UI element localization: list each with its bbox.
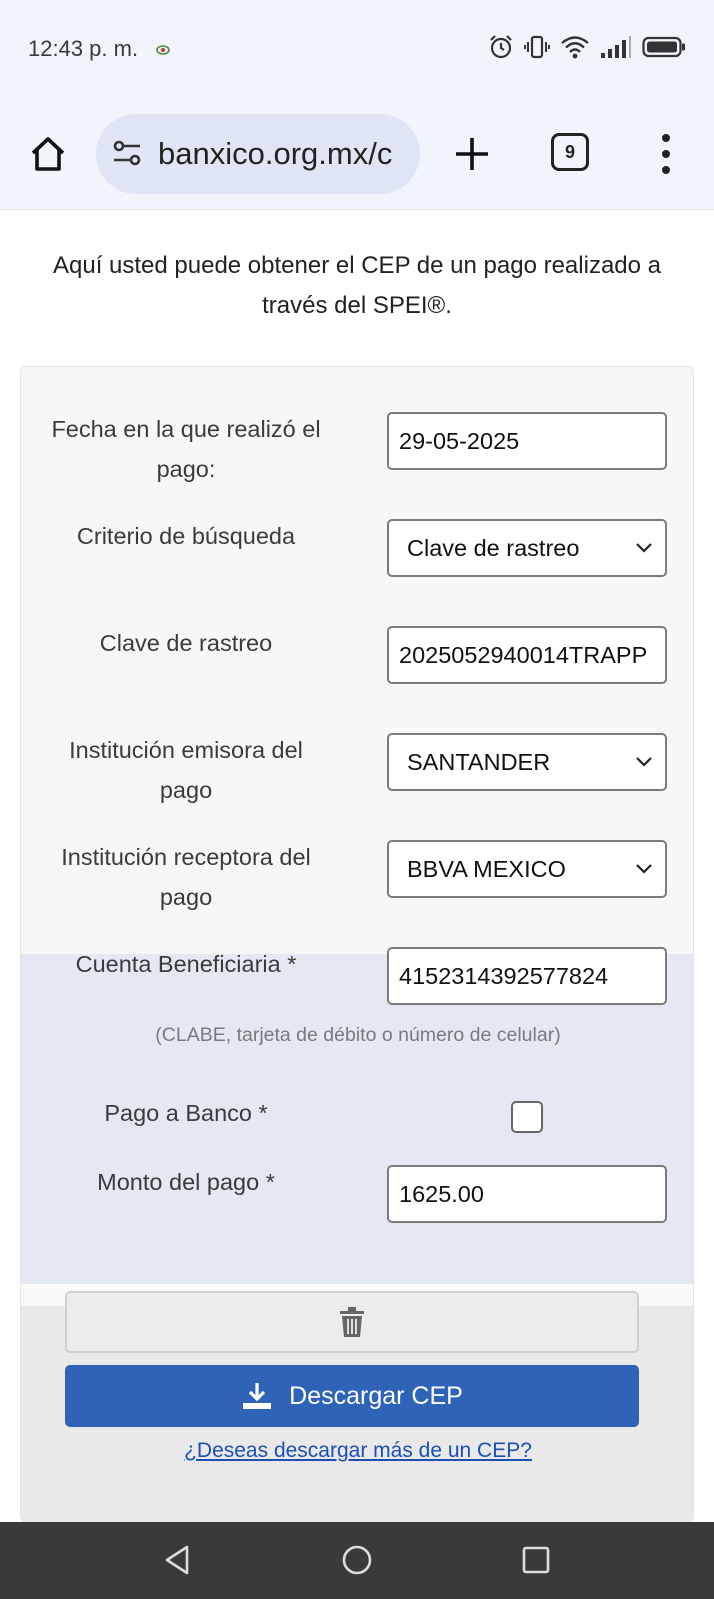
- back-icon: [165, 1545, 189, 1575]
- address-bar[interactable]: banxico.org.mx/c: [96, 114, 420, 194]
- fecha-input[interactable]: 29-05-2025: [387, 412, 667, 470]
- wifi-icon: [561, 36, 589, 59]
- cuenta-beneficiaria-input[interactable]: 4152314392577824: [387, 947, 667, 1005]
- receptora-select[interactable]: BBVA MEXICO: [387, 840, 667, 898]
- intro-line-2: través del SPEI®.: [262, 292, 452, 319]
- monto-label: Monto del pago *: [97, 1169, 275, 1195]
- status-time: 12:43 p. m.: [28, 36, 139, 61]
- clave-label: Clave de rastreo: [99, 630, 273, 656]
- new-tab-button[interactable]: [448, 130, 496, 178]
- intro-line-1: Aquí usted puede obtener el CEP de un pa…: [52, 252, 661, 279]
- intro-text: Aquí usted puede obtener el CEP de un pa…: [20, 246, 694, 326]
- emisora-label-line-2: pago: [159, 777, 213, 803]
- browser-toolbar: banxico.org.mx/c 9: [0, 100, 714, 210]
- receptora-selected: BBVA MEXICO: [407, 855, 566, 882]
- download-cep-button[interactable]: Descargar CEP: [65, 1365, 639, 1427]
- home-nav-button[interactable]: [337, 1540, 377, 1580]
- criterio-selected: Clave de rastreo: [407, 534, 580, 561]
- pago-banco-label: Pago a Banco *: [104, 1100, 268, 1126]
- url-text[interactable]: banxico.org.mx/c: [158, 136, 392, 172]
- fecha-label-line-2: pago:: [156, 456, 216, 482]
- chevron-down-icon: [636, 864, 652, 874]
- cep-form: Fecha en la que realizó el pago: 29-05-2…: [20, 366, 694, 1522]
- emisora-selected: SANTANDER: [407, 748, 551, 775]
- criterio-label: Criterio de búsqueda: [76, 523, 296, 549]
- vibrate-icon: [524, 35, 550, 59]
- home-button[interactable]: [24, 130, 72, 178]
- fecha-label-line-1: Fecha en la que realizó el: [51, 416, 321, 442]
- recents-button[interactable]: [516, 1540, 556, 1580]
- circle-home-icon: [342, 1545, 372, 1575]
- receptora-label-line-1: Institución receptora del: [61, 844, 311, 870]
- status-icons: [488, 34, 686, 60]
- trash-icon: [340, 1307, 364, 1337]
- receptora-label: Institución receptora del pago: [21, 837, 351, 917]
- receptora-label-line-2: pago: [159, 884, 213, 910]
- signal-icon: [601, 36, 631, 58]
- back-button[interactable]: [157, 1540, 197, 1580]
- cuenta-label: Cuenta Beneficiaria *: [75, 951, 297, 977]
- criterio-select[interactable]: Clave de rastreo: [387, 519, 667, 577]
- pago-banco-checkbox[interactable]: [511, 1101, 543, 1133]
- site-settings-icon[interactable]: [110, 136, 144, 170]
- download-label: Descargar CEP: [289, 1381, 463, 1410]
- home-icon: [31, 137, 65, 171]
- recents-icon: [522, 1546, 550, 1574]
- chevron-down-icon: [636, 543, 652, 553]
- tab-switcher-button[interactable]: 9: [551, 133, 589, 171]
- status-bar: 12:43 p. m.: [0, 0, 714, 100]
- emisora-label: Institución emisora del pago: [21, 730, 351, 810]
- alarm-icon: [490, 35, 512, 59]
- clear-button[interactable]: [65, 1291, 639, 1353]
- battery-icon: [642, 36, 685, 58]
- download-icon: [243, 1383, 272, 1409]
- chevron-down-icon: [636, 757, 652, 767]
- system-nav-bar: [0, 1522, 714, 1599]
- clave-rastreo-input[interactable]: 2025052940014TRAPP: [387, 626, 667, 684]
- monto-input[interactable]: 1625.00: [387, 1165, 667, 1223]
- fecha-label: Fecha en la que realizó el pago:: [21, 409, 351, 489]
- notification-icon: [156, 45, 170, 55]
- more-vert-icon[interactable]: [652, 130, 680, 178]
- plus-icon: [456, 138, 488, 170]
- multiple-cep-link[interactable]: ¿Deseas descargar más de un CEP?: [21, 1439, 693, 1463]
- cuenta-hint: (CLABE, tarjeta de débito o número de ce…: [155, 1024, 561, 1046]
- emisora-select[interactable]: SANTANDER: [387, 733, 667, 791]
- emisora-label-line-1: Institución emisora del: [69, 737, 303, 763]
